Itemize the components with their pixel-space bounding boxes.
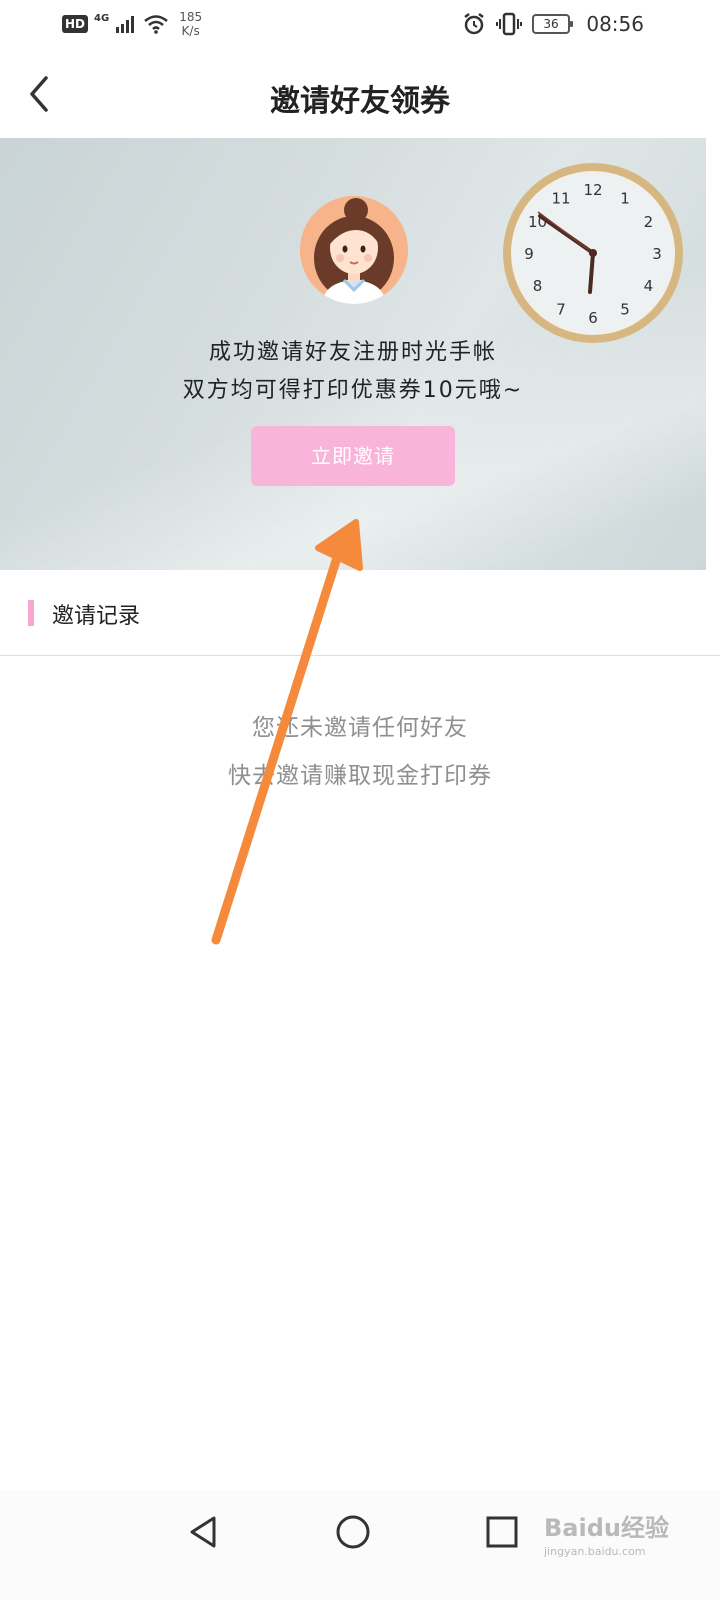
signal-icon <box>116 16 135 33</box>
records-accent-bar <box>28 600 34 626</box>
clock-numeral: 4 <box>644 277 654 295</box>
records-title: 邀请记录 <box>52 604 141 629</box>
vibrate-icon <box>496 12 522 36</box>
empty-state-line2: 快去邀请赚取现金打印券 <box>228 763 492 789</box>
hd-badge: HD <box>62 15 89 33</box>
invite-banner: 12 1 2 3 4 5 6 7 8 9 10 11 成功邀请好友注册时光手帐 双方均可得打印优惠券1… <box>0 138 706 570</box>
clock-numeral: 6 <box>588 309 598 327</box>
avatar <box>300 196 408 304</box>
status-right: 36 <box>462 12 573 36</box>
invite-desc-line2: 双方均可得打印优惠券10元哦~ <box>182 378 524 403</box>
clock-numeral: 1 <box>620 190 630 208</box>
wifi-icon <box>144 15 168 34</box>
network-speed: 185 K/s <box>179 10 202 38</box>
nav-recent-icon[interactable] <box>480 1510 524 1554</box>
battery-icon: 36 <box>532 14 573 34</box>
speed-unit: K/s <box>181 24 200 38</box>
girl-avatar-illustration <box>300 196 408 304</box>
clock-numeral: 7 <box>556 300 566 318</box>
clock-numeral: 9 <box>524 245 534 263</box>
watermark-text: Baidu经验 <box>544 1514 669 1542</box>
watermark-url: jingyan.baidu.com <box>544 1545 646 1558</box>
records-header: 邀请记录 <box>0 570 720 656</box>
empty-state-line1: 您还未邀请任何好友 <box>252 715 468 741</box>
status-left: HD 4G 185 K/s <box>62 10 202 38</box>
wall-clock-decoration: 12 12 3 45 6 78 9 1011 <box>503 163 683 343</box>
nav-bar: 邀请好友领券 <box>0 50 720 138</box>
clock-numeral: 8 <box>533 277 543 295</box>
baidu-watermark: Baidu经验 jingyan.baidu.com <box>544 1508 669 1558</box>
status-bar: HD 4G 185 K/s 36 08:56 <box>0 0 720 50</box>
system-nav-bar: Baidu经验 jingyan.baidu.com <box>0 1490 720 1600</box>
status-time: 08:56 <box>586 12 644 36</box>
nav-home-icon[interactable] <box>331 1510 375 1554</box>
clock-numeral: 11 <box>551 190 570 208</box>
invite-desc-line1: 成功邀请好友注册时光手帐 <box>208 340 497 365</box>
clock-numeral: 12 <box>583 181 602 199</box>
clock-numeral: 5 <box>620 300 630 318</box>
alarm-icon <box>464 13 484 35</box>
invite-now-button[interactable]: 立即邀请 <box>251 426 455 486</box>
network-type: 4G <box>94 12 110 24</box>
status-time-wrap: 08:56 <box>586 12 644 36</box>
clock-numeral: 10 <box>528 213 547 231</box>
speed-value: 185 <box>179 10 203 24</box>
nav-back-icon[interactable] <box>182 1510 226 1554</box>
page-title: 邀请好友领券 <box>270 84 450 119</box>
clock-numeral: 2 <box>644 213 654 231</box>
clock-numeral: 3 <box>652 245 662 263</box>
